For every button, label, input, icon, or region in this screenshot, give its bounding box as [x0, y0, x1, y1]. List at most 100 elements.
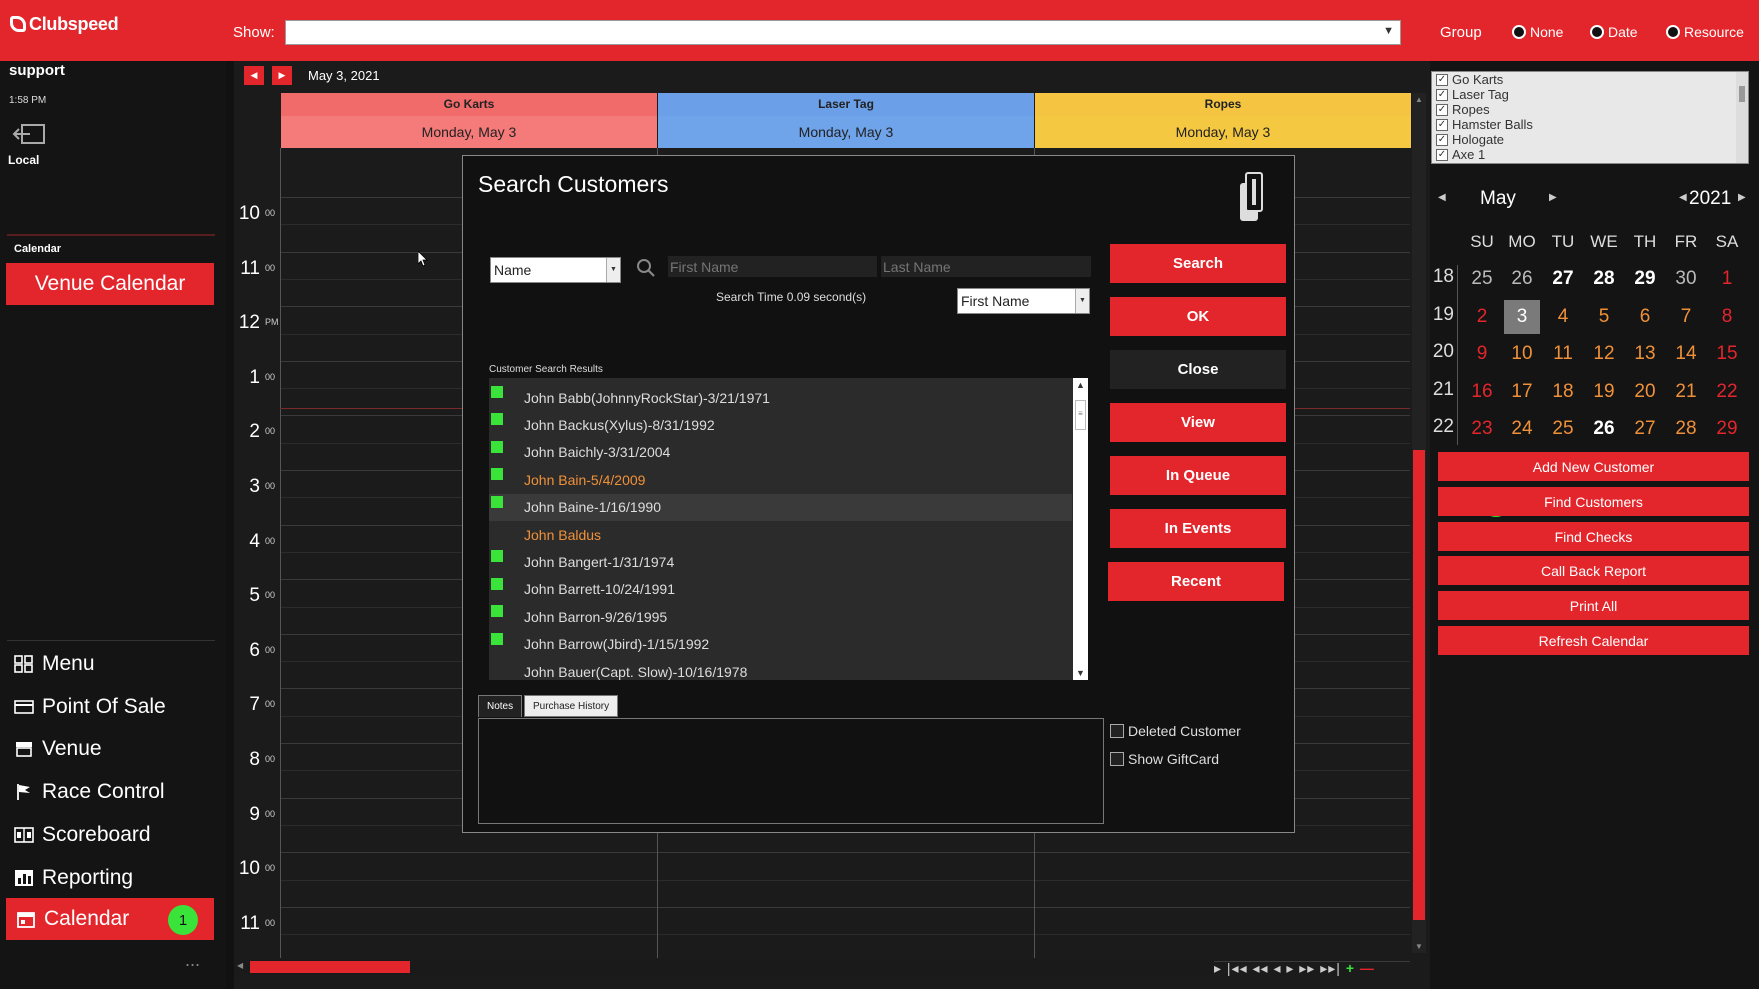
schedule-vertical-scrollbar[interactable]: ▲ ▼	[1412, 93, 1426, 953]
navigator-arrows-icon[interactable]: ▸ |◂◂ ◂◂ ◂ ▸ ▸▸ ▸▸|	[1214, 960, 1341, 976]
prev-month-icon[interactable]: ◀	[1438, 192, 1446, 203]
first-name-input[interactable]	[668, 256, 877, 277]
search-button[interactable]: Search	[1110, 244, 1286, 283]
calendar-day[interactable]: 5	[1586, 300, 1622, 334]
nav-item-scoreboard[interactable]: Scoreboard	[14, 817, 151, 853]
calendar-day[interactable]: 25	[1545, 412, 1581, 446]
next-year-icon[interactable]: ▶	[1738, 192, 1746, 203]
scroll-down-icon[interactable]: ▼	[1076, 668, 1085, 678]
call-back-report-button[interactable]: Call Back Report	[1438, 556, 1749, 585]
checkbox-checked-icon[interactable]: ✓	[1436, 118, 1448, 131]
customer-result-row[interactable]: John Babb(JohnnyRockStar)-3/21/1971	[489, 384, 1072, 411]
calendar-day[interactable]: 26	[1586, 412, 1622, 446]
calendar-day[interactable]: 25	[1464, 262, 1500, 296]
next-day-button[interactable]: ▶	[272, 65, 292, 85]
nav-item-race-control[interactable]: Race Control	[14, 774, 165, 810]
calendar-day[interactable]: 8	[1709, 300, 1745, 334]
customer-result-row[interactable]: John Baldus	[489, 521, 1072, 548]
customer-result-row[interactable]: John Bain-5/4/2009	[489, 466, 1072, 493]
customer-result-row[interactable]: John Bauer(Capt. Slow)-10/16/1978	[489, 658, 1072, 680]
recent-button[interactable]: Recent	[1108, 562, 1284, 601]
prev-day-button[interactable]: ◀	[244, 65, 264, 85]
calendar-day[interactable]: 2	[1464, 300, 1500, 334]
checkbox-checked-icon[interactable]: ✓	[1436, 73, 1448, 86]
calendar-day[interactable]: 18	[1545, 375, 1581, 409]
resource-list-scrollbar[interactable]	[1736, 72, 1748, 163]
nav-item-menu[interactable]: Menu	[14, 646, 95, 682]
calendar-day[interactable]: 11	[1545, 337, 1581, 371]
logout-icon[interactable]	[12, 123, 46, 145]
calendar-day[interactable]: 24	[1504, 412, 1540, 446]
resource-filter-item[interactable]: ✓ Axe 1	[1432, 147, 1748, 162]
calendar-day[interactable]: 17	[1504, 375, 1540, 409]
scroll-left-icon[interactable]: ◀	[237, 961, 243, 970]
calendar-day[interactable]: 10	[1504, 337, 1540, 371]
nav-item-reporting[interactable]: Reporting	[14, 860, 133, 896]
ok-button[interactable]: OK	[1110, 297, 1286, 336]
more-options-icon[interactable]: ...	[185, 950, 200, 971]
remove-icon[interactable]: —	[1360, 960, 1375, 976]
calendar-day[interactable]: 29	[1709, 412, 1745, 446]
customer-result-row[interactable]: John Barrow(Jbird)-1/15/1992	[489, 631, 1072, 658]
calendar-day[interactable]: 28	[1586, 262, 1622, 296]
add-new-customer-button[interactable]: Add New Customer	[1438, 452, 1749, 481]
in-events-button[interactable]: In Events	[1110, 509, 1286, 548]
calendar-day[interactable]: 20	[1627, 375, 1663, 409]
in-queue-button[interactable]: In Queue	[1110, 456, 1286, 495]
calendar-day[interactable]: 6	[1627, 300, 1663, 334]
checkbox-checked-icon[interactable]: ✓	[1436, 88, 1448, 101]
schedule-horizontal-scrollbar[interactable]: ◀	[234, 959, 1214, 975]
prev-year-icon[interactable]: ◀	[1679, 192, 1687, 203]
deleted-customer-checkbox[interactable]: Deleted Customer	[1110, 723, 1241, 739]
customer-result-row[interactable]: John Baine-1/16/1990	[489, 493, 1072, 521]
resource-filter-item[interactable]: ✓ Go Karts	[1432, 72, 1748, 87]
print-all-button[interactable]: Print All	[1438, 591, 1749, 620]
view-button[interactable]: View	[1110, 403, 1286, 442]
calendar-day[interactable]: 21	[1668, 375, 1704, 409]
calendar-day[interactable]: 4	[1545, 300, 1581, 334]
calendar-day[interactable]: 1	[1709, 262, 1745, 296]
scrollbar-thumb[interactable]	[250, 961, 410, 973]
nav-item-point-of-sale[interactable]: Point Of Sale	[14, 689, 166, 725]
nav-item-venue[interactable]: Venue	[14, 731, 102, 767]
add-icon[interactable]: +	[1346, 960, 1355, 976]
show-giftcard-checkbox[interactable]: Show GiftCard	[1110, 751, 1219, 767]
customer-results-list[interactable]: John Babb(JohnnyRockStar)-3/21/1971 John …	[489, 378, 1088, 680]
customer-result-row[interactable]: John Baichly-3/31/2004	[489, 439, 1072, 466]
calendar-day[interactable]: 7	[1668, 300, 1704, 334]
refresh-calendar-button[interactable]: Refresh Calendar	[1438, 626, 1749, 655]
calendar-day[interactable]: 23	[1464, 412, 1500, 446]
group-radio-none[interactable]: None	[1512, 24, 1563, 40]
group-radio-date[interactable]: Date	[1590, 24, 1638, 40]
scrollbar-thumb[interactable]: ≡	[1075, 400, 1086, 430]
calendar-day[interactable]: 19	[1586, 375, 1622, 409]
resource-filter-item[interactable]: ✓ Hamster Balls	[1432, 117, 1748, 132]
checkbox-icon[interactable]	[1110, 724, 1124, 738]
calendar-day[interactable]: 29	[1627, 262, 1663, 296]
calendar-day[interactable]: 3	[1504, 300, 1540, 334]
card-reader-icon[interactable]	[1236, 171, 1266, 223]
checkbox-checked-icon[interactable]: ✓	[1436, 103, 1448, 116]
find-checks-button[interactable]: Find Checks	[1438, 522, 1749, 551]
find-customers-button[interactable]: Find Customers	[1438, 487, 1749, 516]
scroll-up-icon[interactable]: ▲	[1415, 95, 1423, 104]
group-radio-resource[interactable]: Resource	[1666, 24, 1744, 40]
scroll-up-icon[interactable]: ▲	[1076, 380, 1085, 390]
results-scrollbar[interactable]: ▲ ≡ ▼	[1073, 378, 1088, 680]
search-field-select[interactable]: Name ▼	[490, 257, 621, 283]
checkbox-checked-icon[interactable]: ✓	[1436, 133, 1448, 146]
calendar-day[interactable]: 27	[1627, 412, 1663, 446]
checkbox-icon[interactable]	[1110, 752, 1124, 766]
last-name-input[interactable]	[881, 256, 1091, 277]
customer-result-row[interactable]: John Barrett-10/24/1991	[489, 576, 1072, 603]
venue-calendar-button[interactable]: Venue Calendar	[6, 263, 214, 305]
close-button[interactable]: Close	[1110, 350, 1286, 389]
checkbox-checked-icon[interactable]: ✓	[1436, 148, 1448, 161]
show-select[interactable]: ▼	[285, 20, 1401, 45]
calendar-day[interactable]: 26	[1504, 262, 1540, 296]
resource-filter-item[interactable]: ✓ Laser Tag	[1432, 87, 1748, 102]
resource-filter-list[interactable]: ✓ Go Karts ✓ Laser Tag ✓ Ropes ✓ Hamster Bal…	[1431, 71, 1749, 164]
customer-result-row[interactable]: John Bangert-1/31/1974	[489, 548, 1072, 575]
calendar-day[interactable]: 14	[1668, 337, 1704, 371]
calendar-day[interactable]: 22	[1709, 375, 1745, 409]
